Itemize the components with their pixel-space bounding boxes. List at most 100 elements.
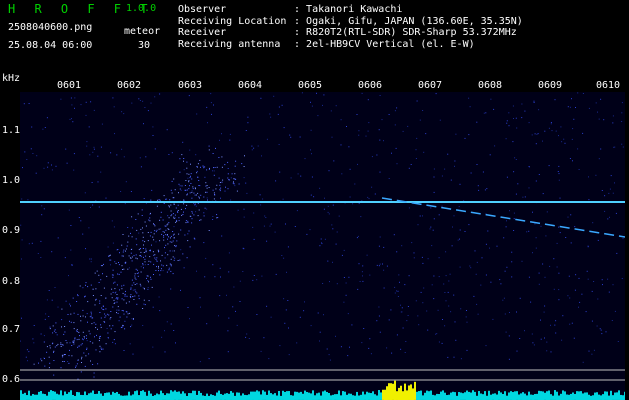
noise-speck <box>621 278 623 279</box>
noise-speck <box>299 136 301 138</box>
noise-speck <box>378 315 380 317</box>
noise-speck <box>42 128 44 130</box>
echo-speck <box>92 288 94 290</box>
echo-speck <box>234 173 236 175</box>
noise-speck <box>408 167 410 169</box>
echo-speck <box>81 343 83 345</box>
noise-speck <box>303 310 305 312</box>
echo-speck <box>174 245 176 247</box>
noise-speck <box>166 321 168 323</box>
echo-speck <box>156 205 158 207</box>
y-tick-label: 0.7 <box>2 324 21 335</box>
noise-speck <box>411 242 413 244</box>
noise-speck <box>210 93 212 95</box>
noise-speck <box>245 182 247 184</box>
echo-speck <box>113 339 115 341</box>
noise-speck <box>263 337 265 339</box>
level-bar <box>414 381 416 400</box>
echo-speck <box>216 214 218 216</box>
noise-speck <box>91 258 92 260</box>
noise-speck <box>129 343 131 345</box>
noise-speck <box>370 353 372 355</box>
noise-speck <box>595 102 597 104</box>
noise-speck <box>125 181 127 183</box>
level-bar <box>544 392 546 400</box>
echo-speck <box>85 316 86 318</box>
noise-speck <box>316 92 317 94</box>
noise-speck <box>311 105 313 107</box>
noise-speck <box>379 331 381 333</box>
noise-speck <box>49 326 51 328</box>
level-bar <box>606 391 608 400</box>
echo-speck <box>234 165 236 167</box>
noise-speck <box>357 288 359 290</box>
noise-speck <box>114 343 116 345</box>
noise-speck <box>600 148 602 150</box>
echo-speck <box>114 292 116 294</box>
echo-speck <box>154 254 156 256</box>
noise-speck <box>357 163 358 165</box>
level-bar <box>542 391 544 400</box>
noise-speck <box>621 112 623 114</box>
noise-speck <box>413 257 415 259</box>
noise-speck <box>431 245 433 247</box>
noise-speck <box>579 301 581 303</box>
noise-speck <box>310 325 312 327</box>
echo-speck <box>72 341 74 343</box>
header-panel: H R O F F T 1.0.0 2508040600.png 25.08.0… <box>0 0 629 72</box>
info-row-receiver: Receiver: R820T2(RTL-SDR) SDR-Sharp 53.3… <box>178 27 517 38</box>
noise-speck <box>466 321 468 323</box>
level-bar <box>532 394 534 400</box>
echo-speck <box>49 328 51 330</box>
echo-speck <box>143 244 144 246</box>
echo-speck <box>141 209 143 211</box>
noise-speck <box>521 103 523 105</box>
echo-speck <box>76 329 78 331</box>
echo-speck <box>90 311 92 313</box>
noise-speck <box>487 230 489 232</box>
echo-speck <box>238 183 240 185</box>
noise-speck <box>311 176 313 178</box>
app-version: 1.0.0 <box>126 3 157 14</box>
level-bar <box>352 395 354 400</box>
noise-speck <box>419 215 421 217</box>
noise-speck <box>499 279 501 281</box>
noise-speck <box>242 271 244 272</box>
noise-speck <box>396 251 398 253</box>
echo-speck <box>179 259 181 261</box>
noise-speck <box>417 224 419 226</box>
echo-speck <box>158 199 160 201</box>
echo-speck <box>54 329 56 331</box>
noise-speck <box>390 309 392 311</box>
level-bar <box>108 392 110 400</box>
noise-speck <box>417 315 419 317</box>
echo-speck <box>149 235 151 237</box>
echo-speck <box>87 286 89 288</box>
echo-speck <box>125 248 127 250</box>
level-bar <box>360 394 362 400</box>
noise-speck <box>322 104 323 106</box>
echo-speck <box>178 217 180 219</box>
echo-speck <box>69 349 70 351</box>
level-bar <box>492 393 494 400</box>
echo-speck <box>43 341 45 343</box>
noise-speck <box>110 264 111 266</box>
noise-speck <box>212 264 214 266</box>
level-bar <box>442 390 444 400</box>
x-tick-label: 0604 <box>238 80 263 91</box>
noise-speck <box>171 250 173 252</box>
noise-speck <box>43 208 45 210</box>
noise-speck <box>317 312 319 314</box>
noise-speck <box>109 259 111 261</box>
echo-speck <box>190 173 192 175</box>
noise-speck <box>332 261 333 263</box>
noise-speck <box>496 245 498 247</box>
level-bar <box>622 395 624 400</box>
echo-speck <box>221 166 223 168</box>
info-row-antenna: Receiving antenna: 2el-HB9CV Vertical (e… <box>178 38 475 50</box>
echo-speck <box>131 236 133 238</box>
noise-speck <box>275 180 277 182</box>
noise-speck <box>33 325 35 326</box>
noise-speck <box>448 305 450 307</box>
noise-speck <box>227 330 229 332</box>
